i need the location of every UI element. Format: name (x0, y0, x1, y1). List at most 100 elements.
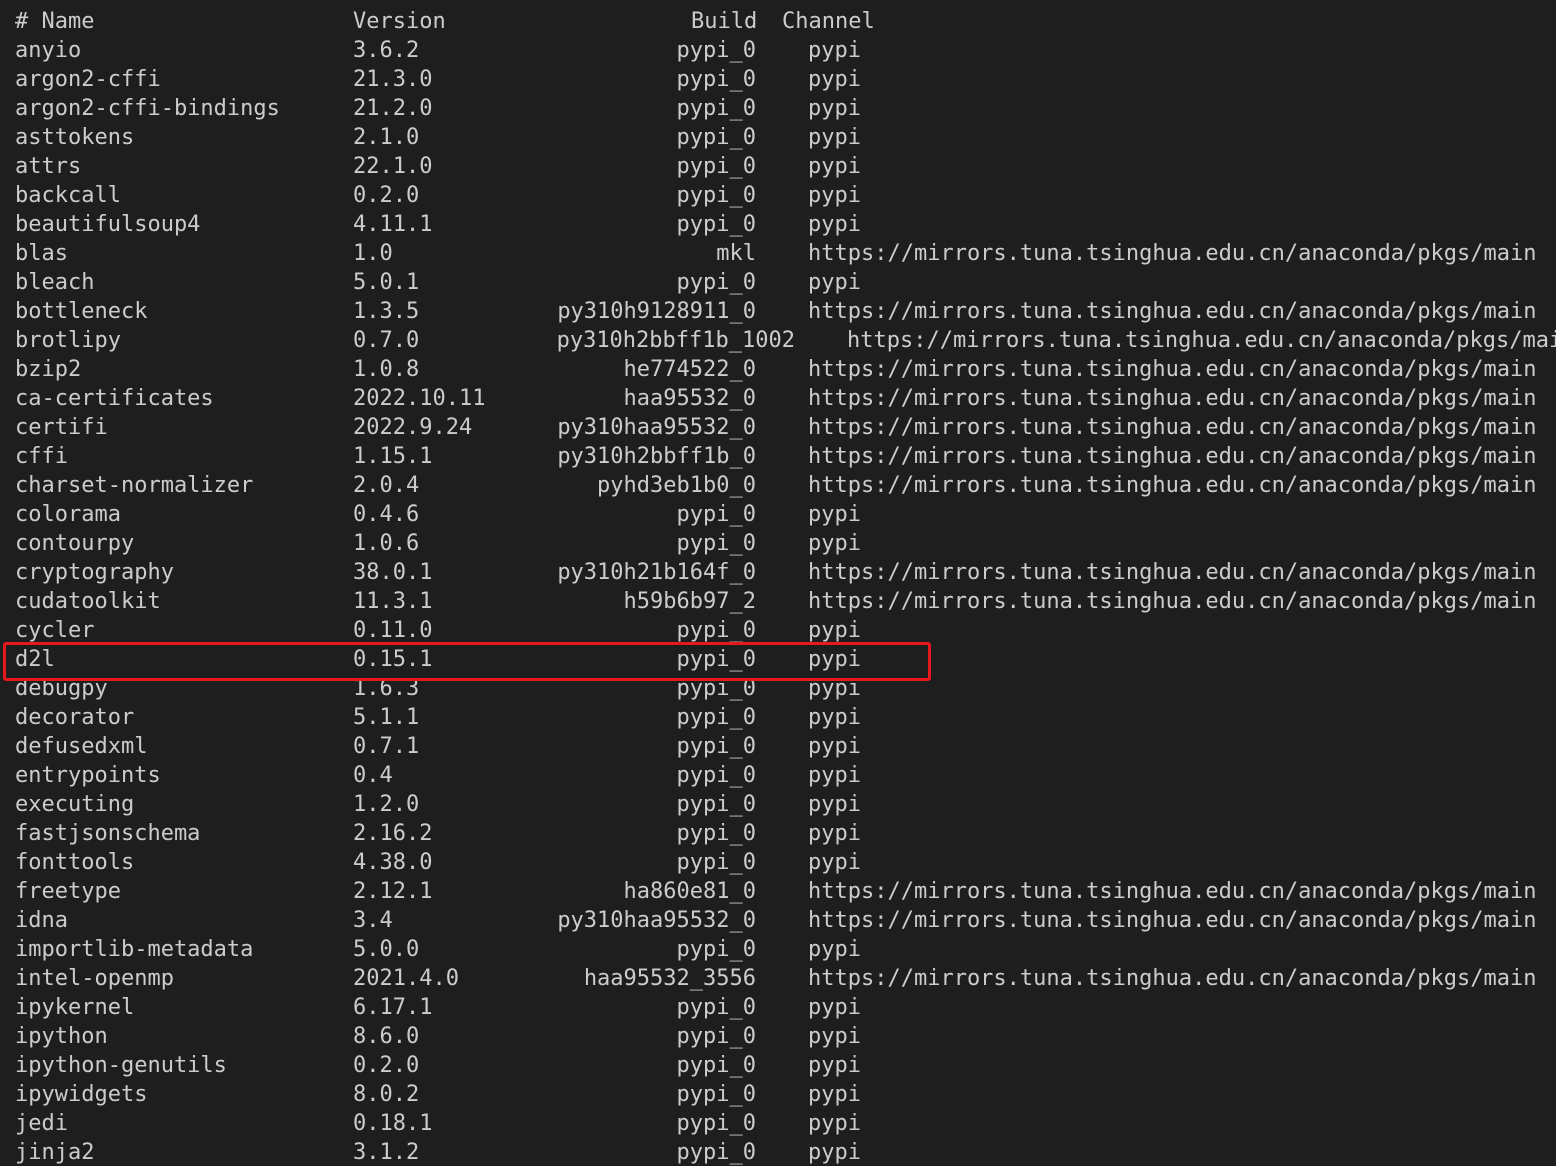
package-build: py310haa95532_0 (557, 415, 756, 440)
package-channel: pypi (808, 705, 861, 730)
package-channel: https://mirrors.tuna.tsinghua.edu.cn/ana… (808, 444, 1537, 469)
package-channel: pypi (808, 67, 861, 92)
package-build: pypi_0 (676, 212, 756, 237)
table-row: intel-openmp 2021.4.0 haa95532_3556 https:/… (0, 964, 1556, 993)
package-name: entrypoints (15, 763, 161, 788)
table-row: cryptography 38.0.1 py310h21b164f_0 https:/… (0, 558, 1556, 587)
package-channel: pypi (808, 995, 861, 1020)
package-name: ca-certificates (15, 386, 214, 411)
package-channel: pypi (808, 154, 861, 179)
package-build: pypi_0 (676, 38, 756, 63)
package-build: py310haa95532_0 (557, 908, 756, 933)
package-channel: pypi (808, 792, 861, 817)
table-row: anyio 3.6.2 pypi_0 pypi (0, 36, 1556, 65)
package-channel: https://mirrors.tuna.tsinghua.edu.cn/ana… (808, 560, 1537, 585)
table-row: certifi 2022.9.24 py310haa95532_0 https://m… (0, 413, 1556, 442)
package-build: pypi_0 (676, 531, 756, 556)
package-name: cycler (15, 618, 95, 643)
package-channel: https://mirrors.tuna.tsinghua.edu.cn/ana… (808, 879, 1537, 904)
table-row: asttokens 2.1.0 pypi_0 pypi (0, 123, 1556, 152)
package-build: he774522_0 (623, 357, 756, 382)
package-name: cryptography (15, 560, 174, 585)
package-name: anyio (15, 38, 82, 63)
table-row: contourpy 1.0.6 pypi_0 pypi (0, 529, 1556, 558)
package-build: pypi_0 (676, 502, 756, 527)
package-channel: https://mirrors.tuna.tsinghua.edu.cn/ana… (808, 386, 1537, 411)
package-build: pypi_0 (676, 1024, 756, 1049)
table-row: bleach 5.0.1 pypi_0 pypi (0, 268, 1556, 297)
package-name: brotlipy (15, 328, 121, 353)
package-build: pypi_0 (676, 763, 756, 788)
package-name: intel-openmp (15, 966, 174, 991)
package-channel: pypi (808, 1053, 861, 1078)
package-build: pypi_0 (676, 937, 756, 962)
table-row: bottleneck 1.3.5 py310h9128911_0 https://mi… (0, 297, 1556, 326)
package-name: blas (15, 241, 68, 266)
package-name: ipykernel (15, 995, 135, 1020)
table-row: colorama 0.4.6 pypi_0 pypi (0, 500, 1556, 529)
package-name: beautifulsoup4 (15, 212, 201, 237)
table-row: cffi 1.15.1 py310h2bbff1b_0 https://mirrors… (0, 442, 1556, 471)
package-build: py310h2bbff1b_1002 (556, 328, 795, 353)
package-channel: https://mirrors.tuna.tsinghua.edu.cn/ana… (808, 241, 1537, 266)
header-name: # Name (15, 9, 95, 34)
table-row: attrs 22.1.0 pypi_0 pypi (0, 152, 1556, 181)
package-channel: https://mirrors.tuna.tsinghua.edu.cn/ana… (808, 357, 1537, 382)
package-build: pypi_0 (676, 1053, 756, 1078)
header-channel: Channel (782, 9, 875, 34)
package-channel: pypi (808, 647, 861, 672)
package-name: colorama (15, 502, 121, 527)
package-channel: https://mirrors.tuna.tsinghua.edu.cn/ana… (808, 589, 1537, 614)
package-build: haa95532_0 (623, 386, 756, 411)
table-row-highlighted: d2l 0.15.1 pypi_0 pypi (0, 645, 1556, 674)
package-channel: https://mirrors.tuna.tsinghua.edu.cn/ana… (808, 966, 1537, 991)
package-build: pypi_0 (676, 995, 756, 1020)
table-row: ca-certificates 2022.10.11 haa95532_0 https… (0, 384, 1556, 413)
package-build: pypi_0 (676, 705, 756, 730)
table-row: importlib-metadata 5.0.0 pypi_0 pypi (0, 935, 1556, 964)
package-build: pypi_0 (676, 821, 756, 846)
table-row: argon2-cffi-bindings 21.2.0 pypi_0 pypi (0, 94, 1556, 123)
package-build: pypi_0 (676, 67, 756, 92)
table-row: jedi 0.18.1 pypi_0 pypi (0, 1109, 1556, 1138)
package-name: freetype (15, 879, 121, 904)
package-build: pypi_0 (676, 96, 756, 121)
package-name: jedi (15, 1111, 68, 1136)
package-name: argon2-cffi-bindings (15, 96, 280, 121)
package-build: pypi_0 (676, 183, 756, 208)
table-row: blas 1.0 mkl https://mirrors.tuna.tsinghua.… (0, 239, 1556, 268)
package-name: d2l (15, 647, 55, 672)
table-row: decorator 5.1.1 pypi_0 pypi (0, 703, 1556, 732)
package-channel: pypi (808, 1082, 861, 1107)
table-row: debugpy 1.6.3 pypi_0 pypi (0, 674, 1556, 703)
package-channel: pypi (808, 1024, 861, 1049)
table-row: beautifulsoup4 4.11.1 pypi_0 pypi (0, 210, 1556, 239)
package-build: py310h21b164f_0 (557, 560, 756, 585)
package-build: pypi_0 (676, 647, 756, 672)
package-name: jinja2 (15, 1140, 95, 1165)
package-name: charset-normalizer (15, 473, 254, 498)
package-name: importlib-metadata (15, 937, 254, 962)
table-row: brotlipy 0.7.0 py310h2bbff1b_1002 https://m… (0, 326, 1556, 355)
package-build: pypi_0 (676, 125, 756, 150)
package-name: fastjsonschema (15, 821, 201, 846)
package-channel: pypi (808, 937, 861, 962)
package-channel: pypi (808, 270, 861, 295)
package-channel: pypi (808, 734, 861, 759)
package-channel: pypi (808, 676, 861, 701)
table-row: ipython-genutils 0.2.0 pypi_0 pypi (0, 1051, 1556, 1080)
package-channel: pypi (808, 763, 861, 788)
package-channel: pypi (808, 618, 861, 643)
package-name: bzip2 (15, 357, 82, 382)
package-channel: https://mirrors.tuna.tsinghua.edu.cn/ana… (808, 908, 1537, 933)
terminal-window[interactable]: # Name Version Build Channel anyio 3.6.2 p… (0, 0, 1556, 1166)
package-name: bleach (15, 270, 95, 295)
package-name: fonttools (15, 850, 135, 875)
package-name: bottleneck (15, 299, 148, 324)
package-channel: https://mirrors.tuna.tsinghua.edu.cn/ana… (847, 328, 1556, 353)
package-channel: pypi (808, 1111, 861, 1136)
table-row: cudatoolkit 11.3.1 h59b6b97_2 https://mirro… (0, 587, 1556, 616)
package-build: ha860e81_0 (623, 879, 756, 904)
header-build: Build (691, 9, 758, 34)
package-name: attrs (15, 154, 82, 179)
